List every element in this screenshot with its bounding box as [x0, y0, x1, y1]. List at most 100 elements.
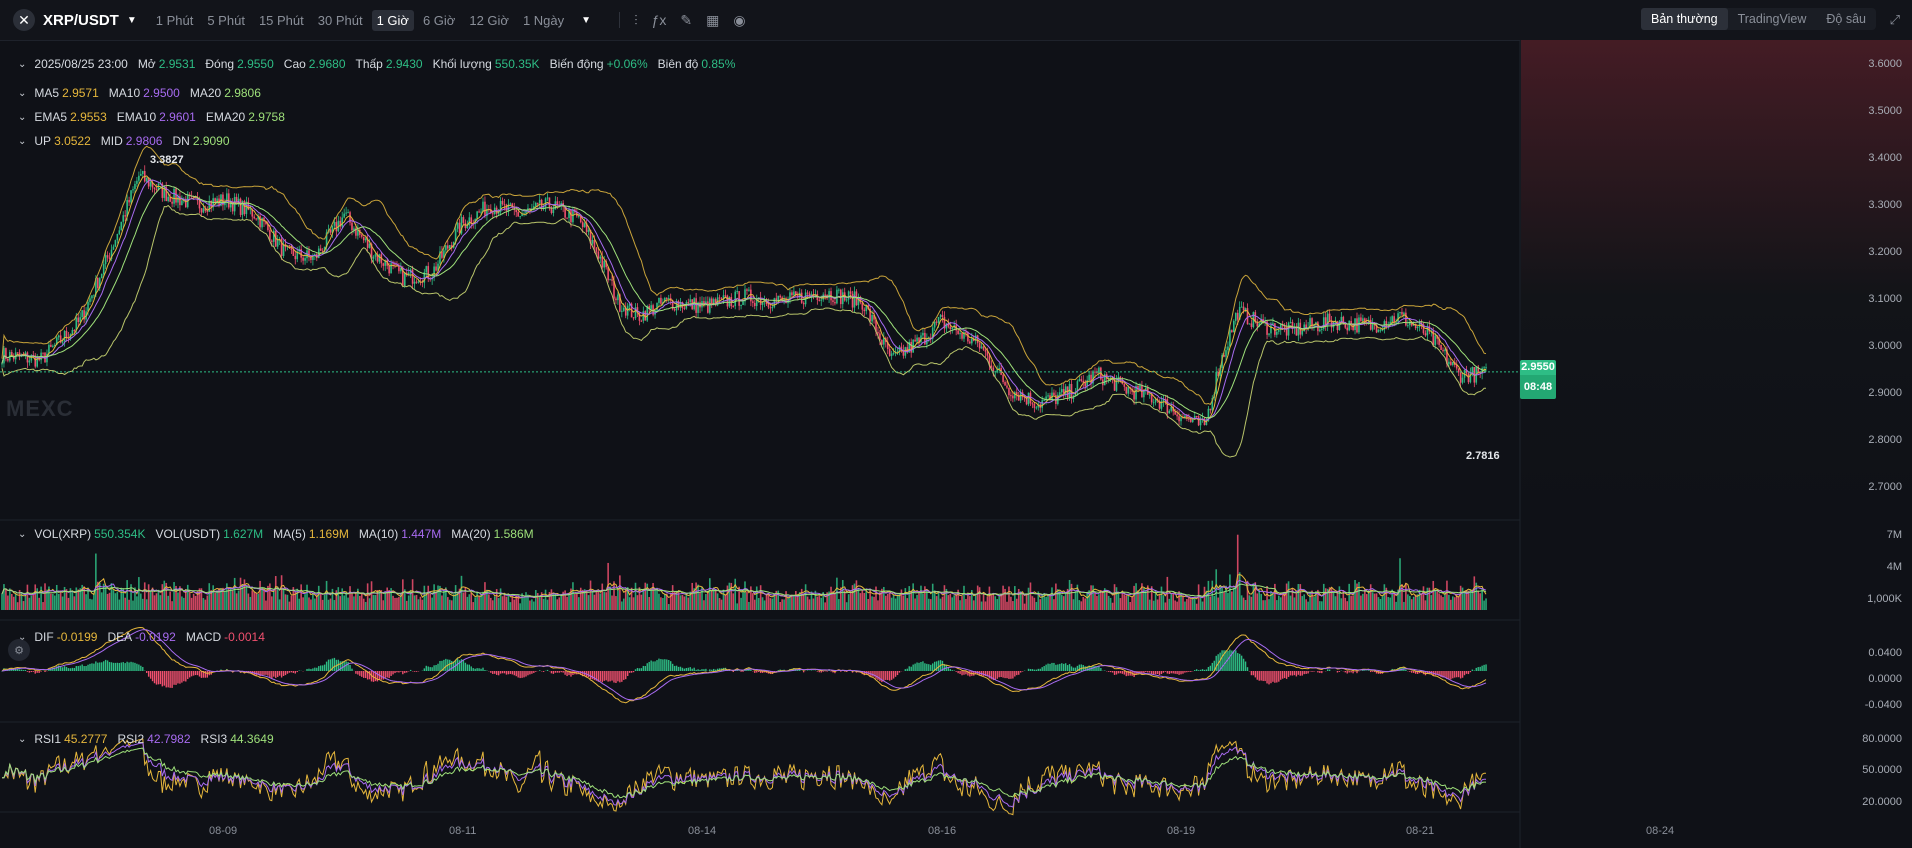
volume-bar [622, 598, 625, 610]
volume-bar [1221, 586, 1223, 610]
price-axis-label: 3.2000 [1868, 246, 1902, 258]
macd-histogram-bar [1319, 671, 1321, 673]
pair-name[interactable]: XRP/USDT [43, 12, 119, 29]
volume-bar [1231, 591, 1233, 610]
macd-histogram-bar [552, 671, 555, 674]
macd-histogram-bar [1471, 669, 1474, 671]
macd-histogram-bar [261, 671, 263, 676]
timeframe-1d[interactable]: 1 Ngày [518, 10, 569, 31]
volume-bar [695, 582, 697, 610]
macd-histogram-bar [263, 671, 265, 675]
macd-histogram-bar [169, 671, 171, 688]
candle-body [368, 243, 371, 248]
timeframe-6h[interactable]: 6 Giờ [418, 10, 460, 31]
macd-histogram-bar [325, 661, 328, 671]
timeframe-1m[interactable]: 1 Phút [151, 10, 199, 31]
volume-bar [1111, 602, 1114, 610]
low-value: 2.9430 [385, 57, 423, 71]
dif-label: DIF [34, 630, 54, 644]
volume-bar [873, 596, 875, 610]
chevron-down-icon[interactable]: ⌄ [18, 529, 26, 540]
volume-bar [1070, 583, 1073, 610]
volume-bar [437, 585, 439, 610]
volume-bar [435, 592, 437, 610]
low-label: Thấp [355, 57, 383, 71]
candle-body [448, 245, 451, 249]
chevron-down-icon[interactable]: ⌄ [18, 734, 26, 745]
vol-ma20-value: 1.586M [493, 527, 534, 541]
macd-histogram-bar [628, 671, 631, 673]
macd-histogram-bar [1180, 671, 1182, 675]
xrp-logo-icon: ✕ [13, 9, 35, 31]
candle-body [1348, 320, 1350, 331]
chevron-down-icon[interactable]: ⌄ [18, 59, 26, 70]
timeframe-1h[interactable]: 1 Giờ [371, 9, 414, 31]
candle-body [335, 222, 338, 232]
candle-body [456, 222, 459, 229]
candle-body [503, 204, 506, 206]
volume-bar [261, 586, 263, 610]
candle-body [491, 213, 494, 215]
candle-body [1078, 379, 1081, 382]
tab-depth[interactable]: Độ sâu [1816, 8, 1876, 30]
chevron-down-icon[interactable]: ▼ [127, 15, 137, 26]
volume-bar [1485, 598, 1487, 610]
candle-body [484, 201, 486, 216]
price-axis-label: 3.4000 [1868, 152, 1902, 164]
timeframe-12h[interactable]: 12 Giờ [464, 10, 514, 31]
volume-bar [1164, 602, 1167, 610]
volume-bar [791, 594, 793, 610]
macd-histogram-bar [668, 660, 670, 671]
fullscreen-icon[interactable]: ⤢ [1890, 12, 1900, 28]
candle-body [1471, 367, 1474, 374]
chevron-down-icon[interactable]: ⌄ [18, 88, 26, 99]
tab-tradingview[interactable]: TradingView [1728, 8, 1817, 30]
volume-bar [1068, 579, 1071, 610]
timeframe-15m[interactable]: 15 Phút [254, 10, 309, 31]
macd-histogram-bar [26, 671, 29, 672]
macd-histogram-bar [1150, 671, 1153, 674]
macd-histogram-bar [321, 665, 324, 671]
indicator-fx-icon[interactable]: ƒx [652, 12, 667, 28]
candle-body [525, 211, 527, 214]
volume-bar [237, 590, 240, 610]
timeframe-dropdown-icon[interactable]: ▼ [581, 15, 591, 26]
timeframe-5m[interactable]: 5 Phút [202, 10, 250, 31]
camera-icon[interactable]: ◉ [733, 12, 745, 29]
volume-bar [183, 597, 185, 610]
volume-bar [312, 592, 314, 610]
chevron-down-icon[interactable]: ⌄ [18, 112, 26, 123]
candle-body [951, 327, 954, 330]
volume-bar [331, 588, 334, 610]
volume-bar [732, 593, 735, 610]
timeframe-30m[interactable]: 30 Phút [313, 10, 368, 31]
tab-basic[interactable]: Bản thường [1640, 8, 1728, 30]
candle-body [1248, 323, 1251, 325]
candle-body [1002, 374, 1004, 382]
chevron-down-icon[interactable]: ⌄ [18, 136, 26, 147]
candle-body [149, 182, 152, 187]
volume-bar [224, 591, 226, 610]
candle-body [347, 212, 349, 214]
macd-histogram-bar [1465, 671, 1468, 674]
volume-bar [814, 590, 817, 610]
macd-histogram-bar [1055, 664, 1057, 671]
macd-histogram-bar [400, 671, 402, 672]
volume-bar [699, 592, 701, 610]
candle-type-icon[interactable]: ⫶ [634, 12, 638, 29]
draw-pencil-icon[interactable]: ✎ [680, 12, 692, 29]
chart-canvas[interactable] [0, 40, 1912, 848]
ema10-label: EMA10 [116, 110, 157, 124]
macd-histogram-bar [625, 671, 627, 680]
layout-grid-icon[interactable]: ▦ [706, 12, 719, 29]
volume-bar [1334, 596, 1337, 610]
volume-bar [564, 590, 566, 610]
volume-bar [1000, 594, 1002, 610]
chart-settings-icon[interactable]: ⚙ [8, 639, 30, 661]
volume-bar [153, 595, 156, 610]
volume-bar [617, 590, 619, 610]
ema5-value: 2.9553 [70, 110, 107, 124]
ma5-line [1, 175, 1487, 423]
volume-bar [769, 598, 772, 610]
macd-histogram-bar [194, 671, 197, 676]
